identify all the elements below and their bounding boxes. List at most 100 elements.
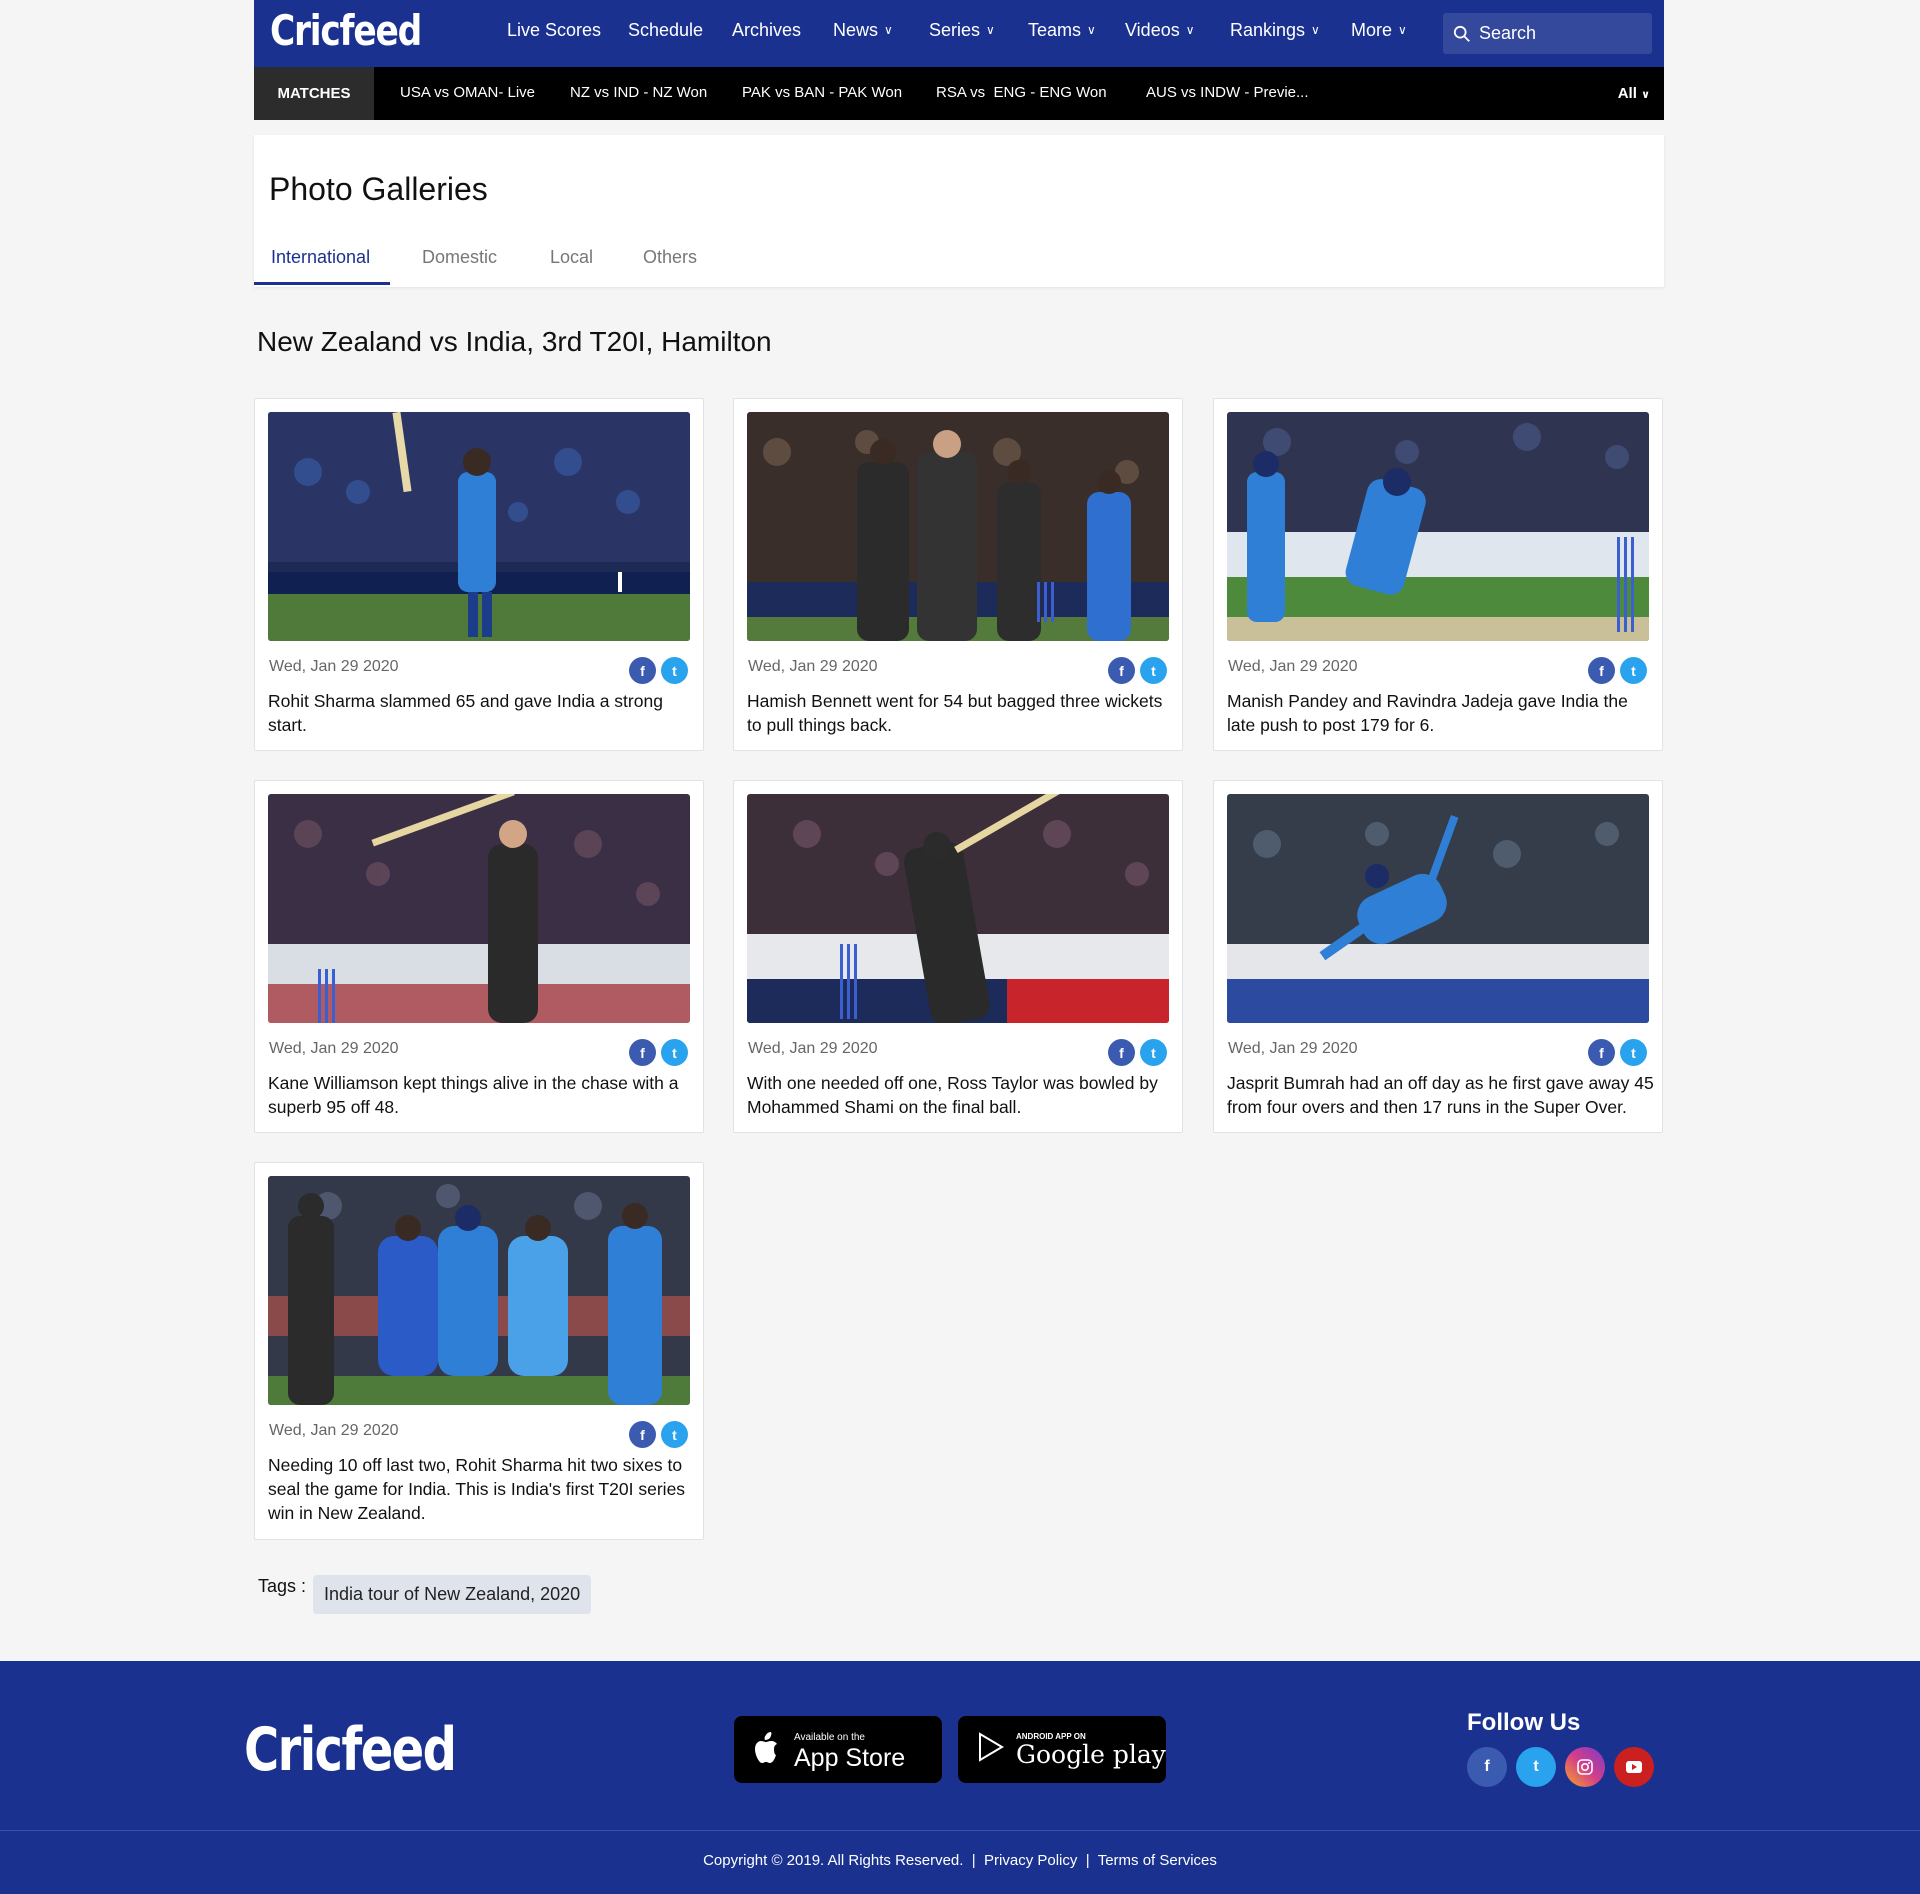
photo-image[interactable]	[1227, 412, 1649, 641]
app-store-big-text: App Store	[794, 1744, 906, 1772]
photo-caption: Rohit Sharma slammed 65 and gave India a…	[268, 691, 663, 735]
photo-card[interactable]: Wed, Jan 29 2020 f t Manish Pandey and R…	[1213, 398, 1663, 751]
photo-image[interactable]	[747, 794, 1169, 1023]
instagram-icon[interactable]	[1565, 1747, 1605, 1787]
match-item[interactable]: AUS vs INDW - Previe...	[1146, 84, 1309, 101]
nav-news[interactable]: News ∨	[833, 20, 893, 41]
terms-link[interactable]: Terms of Services	[1098, 1852, 1217, 1869]
chevron-down-icon: ∨	[884, 23, 893, 37]
photo-caption: Jasprit Bumrah had an off day as he firs…	[1227, 1073, 1654, 1117]
copyright-text: Copyright © 2019. All Rights Reserved.	[703, 1852, 964, 1869]
chevron-down-icon: ∨	[1398, 23, 1407, 37]
facebook-share-icon[interactable]: f	[629, 1039, 656, 1066]
match-filter-dropdown[interactable]: All ∨	[1618, 85, 1650, 102]
nav-label: Videos	[1125, 20, 1180, 40]
photo-caption: Kane Williamson kept things alive in the…	[268, 1073, 679, 1117]
facebook-share-icon[interactable]: f	[1108, 657, 1135, 684]
photo-card[interactable]: Wed, Jan 29 2020 f t With one needed off…	[733, 780, 1183, 1133]
facebook-share-icon[interactable]: f	[1588, 657, 1615, 684]
nav-label: Series	[929, 20, 981, 40]
twitter-share-icon[interactable]: t	[661, 1421, 688, 1448]
tab-others[interactable]: Others	[643, 247, 697, 268]
nav-rankings[interactable]: Rankings ∨	[1230, 20, 1320, 41]
twitter-share-icon[interactable]: t	[661, 657, 688, 684]
nav-live-scores[interactable]: Live Scores	[507, 20, 601, 41]
privacy-policy-link[interactable]: Privacy Policy	[984, 1852, 1077, 1869]
top-navbar: Cricfeed Live Scores Schedule Archives N…	[254, 0, 1664, 67]
search-input[interactable]	[1479, 23, 1639, 44]
search-icon	[1453, 25, 1470, 42]
photo-image[interactable]	[1227, 794, 1649, 1023]
nav-videos[interactable]: Videos ∨	[1125, 20, 1195, 41]
app-store-small-text: Available on the	[794, 1732, 865, 1743]
google-play-button[interactable]: ANDROID APP ON Google play	[958, 1716, 1166, 1783]
match-item[interactable]: PAK vs BAN - PAK Won	[742, 84, 902, 101]
tag-chip[interactable]: India tour of New Zealand, 2020	[313, 1575, 592, 1614]
match-item[interactable]: RSA vs ENG - ENG Won	[936, 84, 1107, 101]
nav-label: Archives	[732, 20, 802, 40]
facebook-icon[interactable]: f	[1467, 1747, 1507, 1787]
twitter-share-icon[interactable]: t	[1140, 657, 1167, 684]
photo-caption: With one needed off one, Ross Taylor was…	[747, 1073, 1158, 1117]
app-store-button[interactable]: Available on the App Store	[734, 1716, 942, 1783]
photo-image[interactable]	[268, 1176, 690, 1405]
nav-schedule[interactable]: Schedule	[628, 20, 703, 41]
tags-label: Tags :	[258, 1576, 307, 1596]
nav-archives[interactable]: Archives	[732, 20, 801, 41]
nav-label: Schedule	[628, 20, 704, 40]
filter-label: All	[1617, 85, 1637, 102]
photo-date: Wed, Jan 29 2020	[748, 1040, 878, 1057]
photo-date: Wed, Jan 29 2020	[1228, 658, 1358, 675]
photo-caption: Needing 10 off last two, Rohit Sharma hi…	[268, 1455, 686, 1523]
follow-us-title: Follow Us	[1467, 1709, 1581, 1736]
nav-label: Live Scores	[507, 20, 602, 40]
photo-date: Wed, Jan 29 2020	[269, 1040, 399, 1057]
nav-series[interactable]: Series ∨	[929, 20, 995, 41]
youtube-icon[interactable]	[1614, 1747, 1654, 1787]
tab-domestic[interactable]: Domestic	[422, 247, 497, 268]
match-item[interactable]: USA vs OMAN- Live	[400, 84, 535, 101]
photo-image[interactable]	[268, 412, 690, 641]
photo-image[interactable]	[268, 794, 690, 1023]
match-item[interactable]: NZ vs IND - NZ Won	[570, 84, 707, 101]
footer: Cricfeed Available on the App Store ANDR…	[0, 1661, 1920, 1894]
facebook-share-icon[interactable]: f	[629, 1421, 656, 1448]
nav-teams[interactable]: Teams ∨	[1028, 20, 1096, 41]
play-store-icon	[979, 1732, 1004, 1762]
photo-date: Wed, Jan 29 2020	[269, 658, 399, 675]
footer-logo[interactable]: Cricfeed	[244, 1715, 457, 1785]
twitter-share-icon[interactable]: t	[1620, 657, 1647, 684]
photo-date: Wed, Jan 29 2020	[1228, 1040, 1358, 1057]
photo-card[interactable]: Wed, Jan 29 2020 f t Kane Williamson kep…	[254, 780, 704, 1133]
nav-more[interactable]: More ∨	[1351, 20, 1407, 41]
photo-card[interactable]: Wed, Jan 29 2020 f t Needing 10 off last…	[254, 1162, 704, 1540]
chevron-down-icon: ∨	[1311, 23, 1320, 37]
twitter-icon[interactable]: t	[1516, 1747, 1556, 1787]
photo-card[interactable]: Wed, Jan 29 2020 f t Rohit Sharma slamme…	[254, 398, 704, 751]
nav-label: Teams	[1028, 20, 1082, 40]
footer-divider	[0, 1830, 1920, 1831]
search-box[interactable]	[1443, 13, 1652, 54]
nav-label: Rankings	[1230, 20, 1306, 40]
facebook-share-icon[interactable]: f	[1108, 1039, 1135, 1066]
apple-icon	[755, 1732, 777, 1763]
chevron-down-icon: ∨	[986, 23, 995, 37]
photo-card[interactable]: Wed, Jan 29 2020 f t Hamish Bennett went…	[733, 398, 1183, 751]
twitter-share-icon[interactable]: t	[1140, 1039, 1167, 1066]
twitter-share-icon[interactable]: t	[661, 1039, 688, 1066]
nav-label: More	[1351, 20, 1393, 40]
tab-local[interactable]: Local	[550, 247, 593, 268]
facebook-share-icon[interactable]: f	[1588, 1039, 1615, 1066]
chevron-down-icon: ∨	[1185, 23, 1195, 37]
photo-card[interactable]: Wed, Jan 29 2020 f t Jasprit Bumrah had …	[1213, 780, 1663, 1133]
nav-label: News	[833, 20, 879, 40]
photo-date: Wed, Jan 29 2020	[269, 1422, 399, 1439]
photo-caption: Hamish Bennett went for 54 but bagged th…	[747, 691, 1163, 735]
matches-ticker: MATCHES USA vs OMAN- Live NZ vs IND - NZ…	[254, 67, 1664, 120]
tab-international[interactable]: International	[271, 247, 370, 268]
photo-date: Wed, Jan 29 2020	[748, 658, 878, 675]
facebook-share-icon[interactable]: f	[629, 657, 656, 684]
twitter-share-icon[interactable]: t	[1620, 1039, 1647, 1066]
site-logo[interactable]: Cricfeed	[270, 6, 422, 55]
photo-image[interactable]	[747, 412, 1169, 641]
